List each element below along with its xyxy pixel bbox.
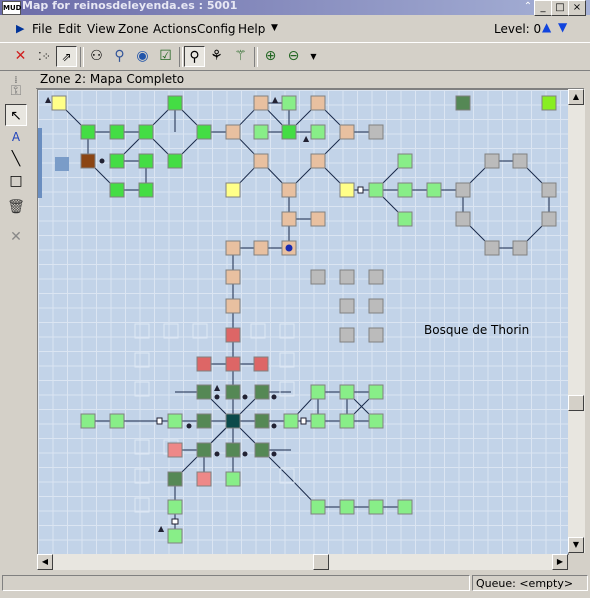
svg-text:▲: ▲ <box>214 383 221 392</box>
svg-text:▲: ▲ <box>303 134 310 143</box>
rectangle-tool-icon[interactable]: □ <box>5 170 27 192</box>
toolbar: ✕ ⁚⁘ ⇗ ⚇ ⚲ ◉ ☑ ⚲ ⚘ ⚚ ⊕ ⊖ ▼ <box>0 42 590 71</box>
menu-zone[interactable]: Zone <box>118 22 149 36</box>
scroll-up-button[interactable]: ▲ <box>568 89 584 105</box>
menu-config[interactable]: Config <box>197 22 236 36</box>
rooms[interactable] <box>51 95 557 544</box>
menu-bar: ▶ File Edit View Zone Actions Config Hel… <box>0 17 590 41</box>
lock-icon[interactable]: ⚿ <box>5 80 27 102</box>
map-svg[interactable]: ▲ ▲ ▲ ▲ ▲ <box>38 90 568 554</box>
vertical-scrollbar[interactable]: ▲ ▼ <box>568 89 585 553</box>
toolbar-separator <box>254 47 258 67</box>
walk-mode-icon[interactable]: ⚲ <box>184 46 205 67</box>
minimize-button[interactable]: _ <box>534 0 552 16</box>
tool-palette: ⁞ ⚿ ↖ A ╲ □ 🗑 ✕ <box>4 70 28 570</box>
zoom-in-icon[interactable]: ⊕ <box>260 46 281 67</box>
svg-text:▲: ▲ <box>45 95 52 104</box>
zone-header: Zone 2: Mapa Completo <box>36 70 584 89</box>
menu-actions[interactable]: Actions <box>153 22 197 36</box>
status-message <box>2 575 470 591</box>
menu-edit[interactable]: Edit <box>58 22 81 36</box>
level-label: Level: 0 <box>494 22 542 36</box>
binoculars-icon[interactable]: ⚇ <box>86 46 107 67</box>
scroll-right-button[interactable]: ▶ <box>552 554 568 570</box>
close-button[interactable]: × <box>568 0 586 16</box>
line-tool-icon[interactable]: ╲ <box>5 148 27 170</box>
speedwalk-icon[interactable]: ⚚ <box>230 46 251 67</box>
toolbar-separator <box>179 47 183 67</box>
horizontal-scroll-thumb[interactable] <box>313 554 329 570</box>
text-tool-icon[interactable]: A <box>5 126 27 148</box>
cancel-tool-icon[interactable]: ✕ <box>5 226 27 248</box>
trash-icon[interactable]: 🗑 <box>5 196 27 218</box>
level-down-icon[interactable]: ▼ <box>558 20 567 34</box>
svg-text:▲: ▲ <box>158 524 165 533</box>
zoom-dropdown-icon[interactable]: ▼ <box>303 46 324 67</box>
queue-status: Queue: <empty> <box>472 575 588 591</box>
svg-text:▲: ▲ <box>272 95 279 104</box>
vertical-scroll-thumb[interactable] <box>568 395 584 411</box>
menu-view[interactable]: View <box>87 22 115 36</box>
toolbar-separator <box>80 47 84 67</box>
delete-icon[interactable]: ✕ <box>10 46 31 67</box>
walk-with-icon[interactable]: ⚘ <box>206 46 227 67</box>
menu-arrow-icon[interactable]: ▶ <box>16 22 24 35</box>
map-canvas[interactable]: ▲ ▲ ▲ ▲ ▲ Bosque de Thorin <box>37 89 569 555</box>
area-label: Bosque de Thorin <box>424 323 530 337</box>
title-bar[interactable]: MUD Map for reinosdeleyenda.es : 5001 ⌃ … <box>0 0 590 16</box>
horizontal-scrollbar[interactable]: ◀ ▶ <box>37 554 568 570</box>
menu-file[interactable]: File <box>32 22 52 36</box>
window-title: Map for reinosdeleyenda.es : 5001 <box>22 0 238 12</box>
app-icon: MUD <box>2 1 21 15</box>
checkbox-icon[interactable]: ☑ <box>155 46 176 67</box>
scroll-down-button[interactable]: ▼ <box>568 537 584 553</box>
menu-help[interactable]: Help <box>238 22 265 36</box>
zoom-out-icon[interactable]: ⊖ <box>283 46 304 67</box>
level-up-icon[interactable]: ▲ <box>542 20 551 34</box>
select-tool-icon[interactable]: ↖ <box>5 104 27 126</box>
scroll-left-button[interactable]: ◀ <box>37 554 53 570</box>
status-bar: Queue: <empty> <box>0 572 590 598</box>
edit-mode-icon[interactable]: ⇗ <box>56 46 77 67</box>
path-icon[interactable]: ⁚⁘ <box>34 46 55 67</box>
find-room-icon[interactable]: ◉ <box>132 46 153 67</box>
maximize-button[interactable]: □ <box>551 0 569 16</box>
search-icon[interactable]: ⚲ <box>109 46 130 67</box>
zone-title: Zone 2: Mapa Completo <box>40 72 185 86</box>
exit-lines <box>58 102 550 536</box>
menu-overflow-icon[interactable]: ▼ <box>271 23 278 33</box>
